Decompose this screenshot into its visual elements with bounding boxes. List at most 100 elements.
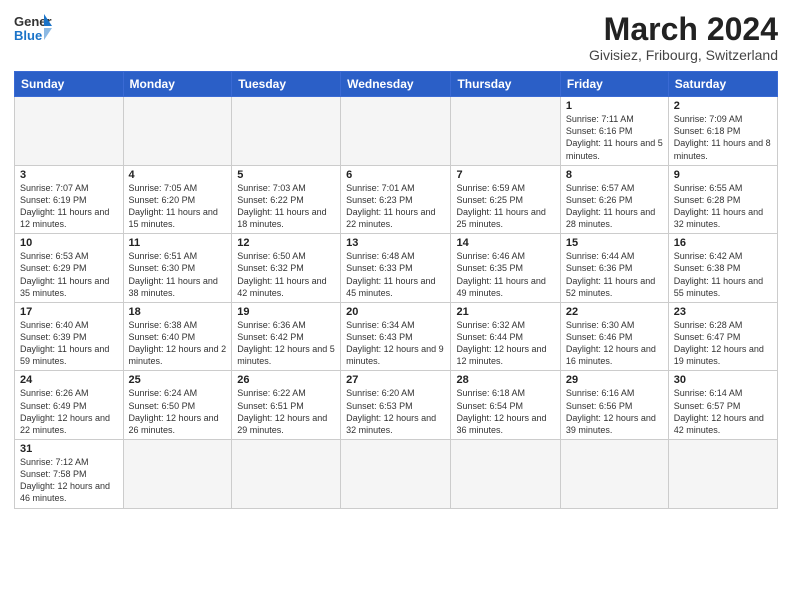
day-number: 1 xyxy=(566,100,663,112)
calendar-cell xyxy=(451,97,560,166)
weekday-header-thursday: Thursday xyxy=(451,72,560,97)
weekday-header-wednesday: Wednesday xyxy=(341,72,451,97)
day-number: 16 xyxy=(674,237,772,249)
calendar-cell: 17Sunrise: 6:40 AM Sunset: 6:39 PM Dayli… xyxy=(15,302,124,371)
day-number: 24 xyxy=(20,374,118,386)
calendar-week-row: 1Sunrise: 7:11 AM Sunset: 6:16 PM Daylig… xyxy=(15,97,778,166)
calendar-cell: 29Sunrise: 6:16 AM Sunset: 6:56 PM Dayli… xyxy=(560,371,668,440)
calendar-cell: 20Sunrise: 6:34 AM Sunset: 6:43 PM Dayli… xyxy=(341,302,451,371)
day-number: 7 xyxy=(456,169,554,181)
weekday-header-sunday: Sunday xyxy=(15,72,124,97)
day-info: Sunrise: 6:34 AM Sunset: 6:43 PM Dayligh… xyxy=(346,319,445,368)
calendar-cell: 30Sunrise: 6:14 AM Sunset: 6:57 PM Dayli… xyxy=(668,371,777,440)
page: General Blue March 2024 Givisiez, Fribou… xyxy=(0,0,792,612)
day-number: 3 xyxy=(20,169,118,181)
day-number: 20 xyxy=(346,306,445,318)
calendar-cell: 1Sunrise: 7:11 AM Sunset: 6:16 PM Daylig… xyxy=(560,97,668,166)
calendar-cell: 26Sunrise: 6:22 AM Sunset: 6:51 PM Dayli… xyxy=(232,371,341,440)
day-info: Sunrise: 6:57 AM Sunset: 6:26 PM Dayligh… xyxy=(566,182,663,231)
day-number: 21 xyxy=(456,306,554,318)
calendar-cell xyxy=(341,97,451,166)
day-info: Sunrise: 6:44 AM Sunset: 6:36 PM Dayligh… xyxy=(566,250,663,299)
day-number: 17 xyxy=(20,306,118,318)
day-info: Sunrise: 7:03 AM Sunset: 6:22 PM Dayligh… xyxy=(237,182,335,231)
day-info: Sunrise: 6:46 AM Sunset: 6:35 PM Dayligh… xyxy=(456,250,554,299)
calendar-cell xyxy=(15,97,124,166)
weekday-header-monday: Monday xyxy=(123,72,232,97)
svg-text:Blue: Blue xyxy=(14,28,42,42)
day-number: 19 xyxy=(237,306,335,318)
day-number: 22 xyxy=(566,306,663,318)
day-number: 11 xyxy=(129,237,227,249)
day-info: Sunrise: 7:12 AM Sunset: 7:58 PM Dayligh… xyxy=(20,456,118,505)
day-info: Sunrise: 6:26 AM Sunset: 6:49 PM Dayligh… xyxy=(20,387,118,436)
day-info: Sunrise: 6:22 AM Sunset: 6:51 PM Dayligh… xyxy=(237,387,335,436)
calendar-cell xyxy=(232,97,341,166)
calendar-cell xyxy=(341,440,451,509)
calendar-cell: 14Sunrise: 6:46 AM Sunset: 6:35 PM Dayli… xyxy=(451,234,560,303)
generalblue-logo-icon: General Blue xyxy=(14,12,52,42)
day-number: 29 xyxy=(566,374,663,386)
day-number: 25 xyxy=(129,374,227,386)
day-number: 8 xyxy=(566,169,663,181)
calendar-cell xyxy=(232,440,341,509)
calendar-week-row: 24Sunrise: 6:26 AM Sunset: 6:49 PM Dayli… xyxy=(15,371,778,440)
day-number: 15 xyxy=(566,237,663,249)
day-number: 2 xyxy=(674,100,772,112)
calendar-cell: 9Sunrise: 6:55 AM Sunset: 6:28 PM Daylig… xyxy=(668,165,777,234)
day-number: 18 xyxy=(129,306,227,318)
calendar-cell: 19Sunrise: 6:36 AM Sunset: 6:42 PM Dayli… xyxy=(232,302,341,371)
day-info: Sunrise: 6:42 AM Sunset: 6:38 PM Dayligh… xyxy=(674,250,772,299)
calendar-cell xyxy=(451,440,560,509)
day-info: Sunrise: 6:20 AM Sunset: 6:53 PM Dayligh… xyxy=(346,387,445,436)
calendar-cell: 27Sunrise: 6:20 AM Sunset: 6:53 PM Dayli… xyxy=(341,371,451,440)
day-info: Sunrise: 6:16 AM Sunset: 6:56 PM Dayligh… xyxy=(566,387,663,436)
calendar-cell: 8Sunrise: 6:57 AM Sunset: 6:26 PM Daylig… xyxy=(560,165,668,234)
calendar-cell: 12Sunrise: 6:50 AM Sunset: 6:32 PM Dayli… xyxy=(232,234,341,303)
day-info: Sunrise: 6:24 AM Sunset: 6:50 PM Dayligh… xyxy=(129,387,227,436)
day-number: 6 xyxy=(346,169,445,181)
day-info: Sunrise: 6:14 AM Sunset: 6:57 PM Dayligh… xyxy=(674,387,772,436)
calendar-cell: 11Sunrise: 6:51 AM Sunset: 6:30 PM Dayli… xyxy=(123,234,232,303)
day-info: Sunrise: 6:38 AM Sunset: 6:40 PM Dayligh… xyxy=(129,319,227,368)
day-number: 26 xyxy=(237,374,335,386)
day-number: 31 xyxy=(20,443,118,455)
location-subtitle: Givisiez, Fribourg, Switzerland xyxy=(589,47,778,63)
calendar-cell: 25Sunrise: 6:24 AM Sunset: 6:50 PM Dayli… xyxy=(123,371,232,440)
day-number: 23 xyxy=(674,306,772,318)
calendar-cell xyxy=(123,440,232,509)
calendar-cell: 2Sunrise: 7:09 AM Sunset: 6:18 PM Daylig… xyxy=(668,97,777,166)
day-info: Sunrise: 6:48 AM Sunset: 6:33 PM Dayligh… xyxy=(346,250,445,299)
calendar-cell: 13Sunrise: 6:48 AM Sunset: 6:33 PM Dayli… xyxy=(341,234,451,303)
day-number: 9 xyxy=(674,169,772,181)
calendar-cell: 18Sunrise: 6:38 AM Sunset: 6:40 PM Dayli… xyxy=(123,302,232,371)
day-info: Sunrise: 6:59 AM Sunset: 6:25 PM Dayligh… xyxy=(456,182,554,231)
calendar-cell xyxy=(123,97,232,166)
day-number: 27 xyxy=(346,374,445,386)
calendar-cell: 28Sunrise: 6:18 AM Sunset: 6:54 PM Dayli… xyxy=(451,371,560,440)
calendar-cell: 24Sunrise: 6:26 AM Sunset: 6:49 PM Dayli… xyxy=(15,371,124,440)
header: General Blue March 2024 Givisiez, Fribou… xyxy=(14,12,778,63)
day-info: Sunrise: 6:28 AM Sunset: 6:47 PM Dayligh… xyxy=(674,319,772,368)
calendar-cell xyxy=(668,440,777,509)
calendar-cell: 22Sunrise: 6:30 AM Sunset: 6:46 PM Dayli… xyxy=(560,302,668,371)
weekday-header-saturday: Saturday xyxy=(668,72,777,97)
day-number: 12 xyxy=(237,237,335,249)
day-number: 5 xyxy=(237,169,335,181)
calendar-cell: 6Sunrise: 7:01 AM Sunset: 6:23 PM Daylig… xyxy=(341,165,451,234)
day-number: 4 xyxy=(129,169,227,181)
calendar-table: SundayMondayTuesdayWednesdayThursdayFrid… xyxy=(14,71,778,508)
weekday-header-friday: Friday xyxy=(560,72,668,97)
day-info: Sunrise: 6:51 AM Sunset: 6:30 PM Dayligh… xyxy=(129,250,227,299)
calendar-cell: 15Sunrise: 6:44 AM Sunset: 6:36 PM Dayli… xyxy=(560,234,668,303)
day-info: Sunrise: 7:05 AM Sunset: 6:20 PM Dayligh… xyxy=(129,182,227,231)
day-info: Sunrise: 6:18 AM Sunset: 6:54 PM Dayligh… xyxy=(456,387,554,436)
calendar-week-row: 17Sunrise: 6:40 AM Sunset: 6:39 PM Dayli… xyxy=(15,302,778,371)
day-info: Sunrise: 6:30 AM Sunset: 6:46 PM Dayligh… xyxy=(566,319,663,368)
weekday-header-row: SundayMondayTuesdayWednesdayThursdayFrid… xyxy=(15,72,778,97)
calendar-week-row: 31Sunrise: 7:12 AM Sunset: 7:58 PM Dayli… xyxy=(15,440,778,509)
calendar-week-row: 10Sunrise: 6:53 AM Sunset: 6:29 PM Dayli… xyxy=(15,234,778,303)
calendar-cell: 16Sunrise: 6:42 AM Sunset: 6:38 PM Dayli… xyxy=(668,234,777,303)
day-number: 30 xyxy=(674,374,772,386)
calendar-cell: 4Sunrise: 7:05 AM Sunset: 6:20 PM Daylig… xyxy=(123,165,232,234)
